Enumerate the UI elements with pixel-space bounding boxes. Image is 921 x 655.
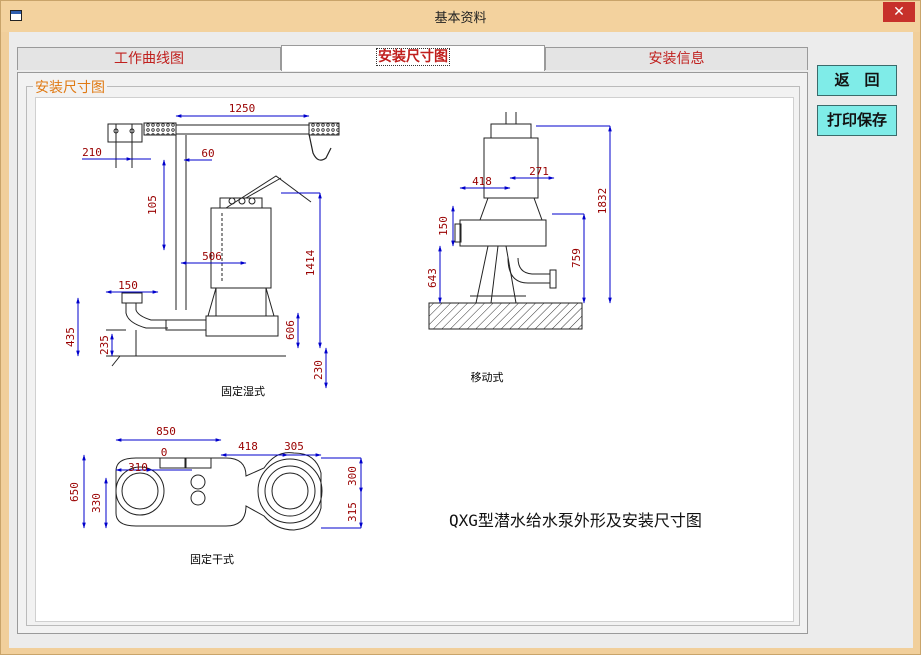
dim-210: 210 xyxy=(82,146,102,159)
dim-418b: 418 xyxy=(238,440,258,453)
dimension-group: 安装尺寸图 1250 210 60 105 506 1414 150 435 2… xyxy=(26,77,800,626)
wet-view-label: 固定湿式 xyxy=(221,384,265,398)
dim-643: 643 xyxy=(426,268,439,288)
dim-315: 315 xyxy=(346,502,359,522)
close-button[interactable]: ✕ xyxy=(883,2,915,22)
dim-230: 230 xyxy=(312,360,325,380)
dim-310: 310 xyxy=(128,461,148,474)
dry-installation-view: 850 0 310 418 305 650 330 300 315 固定干式 xyxy=(68,425,363,566)
tab-label: 安装信息 xyxy=(648,51,705,67)
dim-435: 435 xyxy=(64,327,77,347)
back-button[interactable]: 返 回 xyxy=(817,65,897,96)
dim-759: 759 xyxy=(570,248,583,268)
tab-panel: 安装尺寸图 1250 210 60 105 506 1414 150 435 2… xyxy=(17,72,808,634)
title-bar: 基本资料 ✕ xyxy=(1,1,920,32)
dimension-drawing: 1250 210 60 105 506 1414 150 435 235 606… xyxy=(35,97,794,622)
window-title: 基本资料 xyxy=(434,11,487,26)
dim-0: 0 xyxy=(161,446,168,459)
dim-330: 330 xyxy=(90,493,103,513)
dim-1414: 1414 xyxy=(304,249,317,276)
client-area: 工作曲线图 安装尺寸图 安装信息 安装尺寸图 1250 210 60 105 5… xyxy=(9,32,913,648)
dim-1250: 1250 xyxy=(229,102,256,115)
drawing-caption: QXG型潜水给水泵外形及安装尺寸图 xyxy=(449,511,702,530)
mobile-view-label: 移动式 xyxy=(471,371,504,384)
dim-300: 300 xyxy=(346,466,359,486)
tab-label: 工作曲线图 xyxy=(114,51,184,67)
tab-install-dimensions[interactable]: 安装尺寸图 xyxy=(281,45,545,71)
dim-1832: 1832 xyxy=(596,188,609,215)
tab-label: 安装尺寸图 xyxy=(376,48,450,66)
dim-850: 850 xyxy=(156,425,176,438)
dim-650: 650 xyxy=(68,482,81,502)
dim-271: 271 xyxy=(529,165,549,178)
wet-installation-view: 1250 210 60 105 506 1414 150 435 235 606… xyxy=(64,102,340,398)
tab-work-curve[interactable]: 工作曲线图 xyxy=(17,47,281,70)
dim-606: 606 xyxy=(284,320,297,340)
tab-install-info[interactable]: 安装信息 xyxy=(545,47,808,70)
dim-105: 105 xyxy=(146,195,159,215)
drawing-svg: 1250 210 60 105 506 1414 150 435 235 606… xyxy=(64,102,702,566)
dim-506: 506 xyxy=(202,250,222,263)
dim-60: 60 xyxy=(201,147,214,160)
mobile-installation-view: 418 271 150 1832 759 643 移动式 xyxy=(426,112,612,384)
group-legend: 安装尺寸图 xyxy=(33,77,107,97)
dim-418: 418 xyxy=(472,175,492,188)
dry-view-label: 固定干式 xyxy=(190,552,234,566)
dim-305: 305 xyxy=(284,440,304,453)
dim-235: 235 xyxy=(98,335,111,355)
dim-150b: 150 xyxy=(437,216,450,236)
print-save-button[interactable]: 打印保存 xyxy=(817,105,897,136)
main-window: 基本资料 ✕ 工作曲线图 安装尺寸图 安装信息 安装尺寸图 1250 210 6… xyxy=(0,0,921,655)
dim-150: 150 xyxy=(118,279,138,292)
